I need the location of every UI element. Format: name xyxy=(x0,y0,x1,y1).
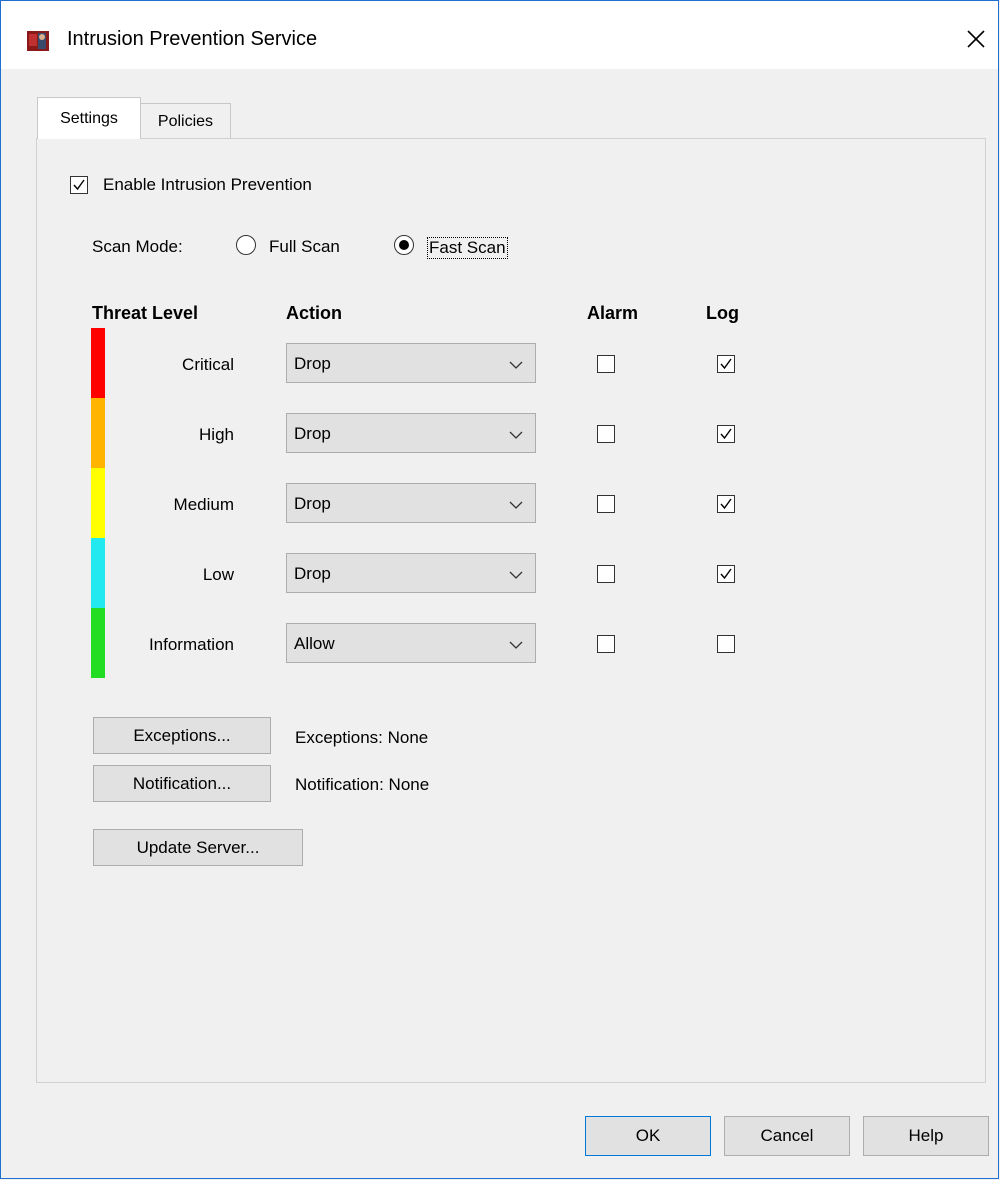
action-select-value: Allow xyxy=(294,634,335,653)
update-server-button-label: Update Server... xyxy=(136,837,260,857)
ok-button-label: OK xyxy=(635,1126,661,1145)
tab-policies[interactable]: Policies xyxy=(141,103,231,139)
exceptions-button[interactable]: Exceptions... xyxy=(93,717,271,754)
notification-status: Notification: None xyxy=(295,775,430,794)
close-icon[interactable] xyxy=(962,25,990,53)
firebox-app-icon xyxy=(27,31,49,51)
action-select-medium[interactable]: Drop xyxy=(286,483,536,523)
action-select-high[interactable]: Drop xyxy=(286,413,536,453)
help-button[interactable]: Help xyxy=(863,1116,989,1156)
cancel-button[interactable]: Cancel xyxy=(724,1116,850,1156)
alarm-checkbox-low[interactable] xyxy=(597,565,615,583)
notification-button-label: Notification... xyxy=(132,773,232,793)
chevron-down-icon xyxy=(509,637,523,657)
action-select-value: Drop xyxy=(294,354,331,373)
alarm-checkbox-critical[interactable] xyxy=(597,355,615,373)
level-label-high: High xyxy=(199,425,234,444)
log-checkbox-medium[interactable] xyxy=(717,495,735,513)
log-header: Log xyxy=(706,303,739,323)
notification-button[interactable]: Notification... xyxy=(93,765,271,802)
level-label-medium: Medium xyxy=(173,495,234,514)
alarm-checkbox-high[interactable] xyxy=(597,425,615,443)
threat-level-header: Threat Level xyxy=(92,303,199,323)
chevron-down-icon xyxy=(509,497,523,517)
action-select-value: Drop xyxy=(294,564,331,583)
action-select-value: Drop xyxy=(294,424,331,443)
tab-settings[interactable]: Settings xyxy=(37,97,141,139)
log-checkbox-low[interactable] xyxy=(717,565,735,583)
exceptions-status: Exceptions: None xyxy=(295,728,429,747)
tab-policies-label: Policies xyxy=(157,112,214,130)
chevron-down-icon xyxy=(509,357,523,377)
help-button-label: Help xyxy=(908,1126,944,1145)
level-label-information: Information xyxy=(148,635,234,654)
exceptions-button-label: Exceptions... xyxy=(133,725,231,745)
enable-intrusion-prevention-label: Enable Intrusion Prevention xyxy=(103,175,312,194)
dialog-window: Intrusion Prevention Service Settings Po… xyxy=(0,0,999,1179)
ok-button[interactable]: OK xyxy=(585,1116,711,1156)
level-label-low: Low xyxy=(202,565,234,584)
cancel-button-label: Cancel xyxy=(760,1126,814,1145)
settings-panel xyxy=(36,138,986,1083)
alarm-checkbox-medium[interactable] xyxy=(597,495,615,513)
action-select-value: Drop xyxy=(294,494,331,513)
fast-scan-radio[interactable] xyxy=(394,235,414,255)
level-label-critical: Critical xyxy=(182,355,234,374)
full-scan-label: Full Scan xyxy=(269,237,340,256)
update-server-button[interactable]: Update Server... xyxy=(93,829,303,866)
action-select-low[interactable]: Drop xyxy=(286,553,536,593)
chevron-down-icon xyxy=(509,427,523,447)
fast-scan-label: Fast Scan xyxy=(427,237,508,259)
action-select-critical[interactable]: Drop xyxy=(286,343,536,383)
tab-settings-label: Settings xyxy=(60,109,118,127)
chevron-down-icon xyxy=(509,567,523,587)
log-checkbox-information[interactable] xyxy=(717,635,735,653)
alarm-checkbox-information[interactable] xyxy=(597,635,615,653)
title-bar: Intrusion Prevention Service xyxy=(1,1,998,69)
log-checkbox-critical[interactable] xyxy=(717,355,735,373)
window-title: Intrusion Prevention Service xyxy=(67,28,318,50)
action-header: Action xyxy=(286,303,342,323)
scan-mode-label: Scan Mode: xyxy=(92,237,183,256)
action-select-information[interactable]: Allow xyxy=(286,623,536,663)
alarm-header: Alarm xyxy=(587,303,639,323)
log-checkbox-high[interactable] xyxy=(717,425,735,443)
full-scan-radio[interactable] xyxy=(236,235,256,255)
enable-intrusion-prevention-checkbox[interactable] xyxy=(70,176,88,194)
